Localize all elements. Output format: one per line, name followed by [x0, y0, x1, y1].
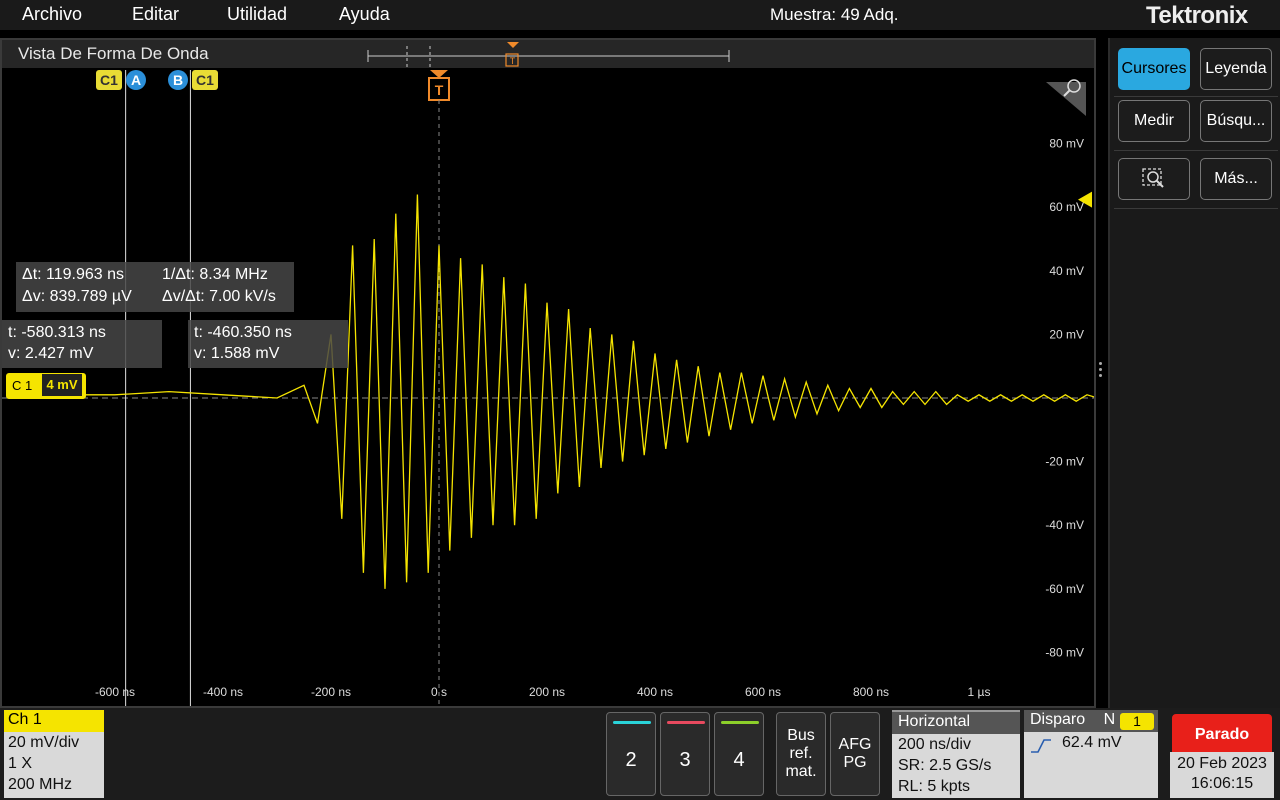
delta-t: Δt: 119.963 ns: [22, 266, 125, 283]
overview-trigger-label: T: [510, 56, 516, 66]
sample-rate: SR: 2.5 GS/s: [898, 757, 992, 774]
channel-2-label: 2: [625, 749, 637, 771]
x-tick-label: 600 ns: [745, 685, 781, 699]
waveform-plot[interactable]: T T -600 ns -400 ns -200 ns 0 s 200 ns 400 ns…: [2, 40, 1094, 706]
cursor-a-source-tag: C1: [96, 70, 122, 90]
date-time-display: 20 Feb 2023 16:06:15: [1170, 752, 1274, 798]
channel-4-label: 4: [733, 749, 745, 771]
x-tick-label: 1 µs: [968, 685, 991, 699]
zoom-box-button[interactable]: [1118, 158, 1190, 200]
channel-1-bandwidth: 200 MHz: [8, 776, 73, 793]
record-overview[interactable]: T: [367, 42, 730, 68]
horizontal-scale: 200 ns/div: [898, 736, 971, 753]
zoom-box-icon: [1142, 168, 1164, 188]
zoom-corner-icon[interactable]: [1046, 79, 1086, 116]
x-tick-label: 800 ns: [853, 685, 889, 699]
cursor-a-voltage: v: 2.427 mV: [8, 345, 94, 362]
y-tick-label: -20 mV: [1045, 455, 1084, 469]
cursor-b-voltage: v: 1.588 mV: [194, 345, 280, 362]
channel-2-color-bar: [613, 721, 651, 724]
channel-3-color-bar: [667, 721, 705, 724]
y-tick-label: 20 mV: [1049, 327, 1084, 341]
trigger-level: 62.4 mV: [1062, 734, 1122, 751]
brand-logo: Tektronix: [1146, 2, 1248, 29]
side-separator: [1114, 96, 1278, 97]
cursor-b-time: t: -460.350 ns: [194, 324, 292, 341]
trigger-title: Disparo: [1030, 711, 1086, 728]
y-tick-label: 80 mV: [1049, 137, 1084, 151]
delta-readout[interactable]: Δt: 119.963 ns 1/Δt: 8.34 MHz Δv: 839.78…: [16, 262, 294, 312]
channel-4-button[interactable]: 4: [714, 712, 764, 796]
channel-1-tag-label: C 1: [12, 378, 33, 393]
waveform-trace: [82, 194, 1094, 589]
date-display: 20 Feb 2023: [1177, 755, 1267, 772]
cursor-b-tag[interactable]: B: [168, 70, 188, 90]
trigger-badge[interactable]: Disparo N 1 62.4 mV: [1024, 710, 1158, 798]
waveform-view[interactable]: Vista De Forma De Onda T T -600 ns -400 …: [0, 38, 1096, 708]
side-separator: [1114, 150, 1278, 151]
channel-3-button[interactable]: 3: [660, 712, 710, 796]
menu-editar[interactable]: Editar: [132, 4, 179, 25]
cursor-b-readout[interactable]: t: -460.350 ns v: 1.588 mV: [188, 320, 348, 368]
x-axis-ticks: -600 ns -400 ns -200 ns 0 s 200 ns 400 ns 600 …: [95, 685, 990, 699]
legend-button[interactable]: Leyenda: [1200, 48, 1272, 90]
search-button[interactable]: Búsqu...: [1200, 100, 1272, 142]
menu-bar: Archivo Editar Utilidad Ayuda Muestra: 4…: [0, 0, 1280, 30]
x-tick-label: -200 ns: [311, 685, 351, 699]
y-tick-label: 60 mV: [1049, 200, 1084, 214]
y-tick-label: -40 mV: [1045, 518, 1084, 532]
run-stop-button[interactable]: Parado: [1172, 714, 1272, 756]
x-tick-label: 400 ns: [637, 685, 673, 699]
menu-utilidad[interactable]: Utilidad: [227, 4, 287, 25]
trigger-position-marker[interactable]: T: [428, 70, 450, 101]
cursor-b-source-tag: C1: [192, 70, 218, 90]
x-tick-label: -600 ns: [95, 685, 135, 699]
x-tick-label: 200 ns: [529, 685, 565, 699]
panel-resize-handle[interactable]: [1099, 362, 1105, 380]
bottom-bar: Ch 1 20 mV/div 1 X 200 MHz 2 3 4 Bus ref…: [0, 708, 1280, 800]
record-length: RL: 5 kpts: [898, 778, 971, 795]
horizontal-badge[interactable]: Horizontal 200 ns/div SR: 2.5 GS/s RL: 5…: [892, 710, 1020, 798]
time-display: 16:06:15: [1190, 775, 1254, 792]
trigger-source: 1: [1120, 713, 1154, 730]
delta-v-over-delta-t: Δv/Δt: 7.00 kV/s: [162, 288, 276, 305]
side-separator: [1114, 208, 1278, 209]
channel-1-title: Ch 1: [4, 710, 104, 732]
cursors-button[interactable]: Cursores: [1118, 48, 1190, 90]
cursor-a-time: t: -580.313 ns: [8, 324, 106, 341]
trigger-mode: N: [1103, 711, 1116, 728]
horizontal-title: Horizontal: [892, 712, 1020, 734]
y-tick-label: 40 mV: [1049, 264, 1084, 278]
menu-ayuda[interactable]: Ayuda: [339, 4, 390, 25]
channel-1-scale: 20 mV/div: [8, 734, 80, 751]
x-tick-label: 0 s: [431, 685, 447, 699]
channel-1-tag[interactable]: C 1 4 mV: [6, 373, 86, 399]
delta-v: Δv: 839.789 µV: [22, 288, 132, 305]
more-button[interactable]: Más...: [1200, 158, 1272, 200]
channel-3-label: 3: [679, 749, 691, 771]
y-tick-label: -60 mV: [1045, 582, 1084, 596]
acquisition-status: Muestra: 49 Adq.: [770, 5, 899, 24]
trigger-position-label: T: [435, 82, 444, 98]
y-tick-label: -80 mV: [1045, 645, 1084, 659]
side-panel: Cursores Leyenda Medir Búsqu... Más...: [1108, 38, 1280, 708]
cursor-a-readout[interactable]: t: -580.313 ns v: 2.427 mV: [2, 320, 162, 368]
channel-1-tag-scale: 4 mV: [42, 374, 82, 396]
measure-button[interactable]: Medir: [1118, 100, 1190, 142]
channel-1-badge[interactable]: Ch 1 20 mV/div 1 X 200 MHz: [4, 710, 104, 798]
channel-1-probe: 1 X: [8, 755, 33, 772]
afg-pg-button[interactable]: AFG PG: [830, 712, 880, 796]
rising-edge-icon: [1031, 739, 1051, 753]
channel-2-button[interactable]: 2: [606, 712, 656, 796]
cursor-a-tag[interactable]: A: [126, 70, 146, 90]
inverse-delta-t: 1/Δt: 8.34 MHz: [162, 266, 268, 283]
bus-ref-math-button[interactable]: Bus ref. mat.: [776, 712, 826, 796]
x-tick-label: -400 ns: [203, 685, 243, 699]
channel-4-color-bar: [721, 721, 759, 724]
menu-archivo[interactable]: Archivo: [22, 4, 82, 25]
